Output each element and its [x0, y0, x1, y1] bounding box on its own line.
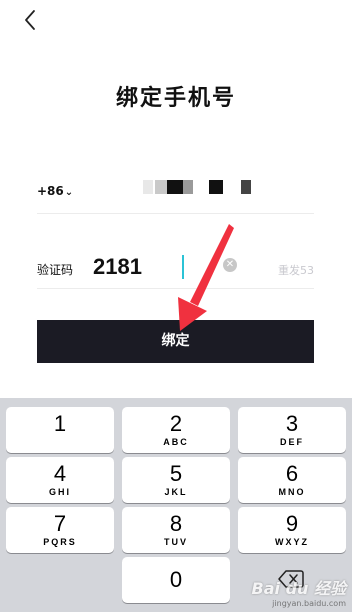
key-4[interactable]: 4 GHI	[6, 457, 114, 503]
page-title: 绑定手机号	[115, 86, 236, 111]
country-code-selector[interactable]: +86⌄	[37, 184, 73, 198]
key-7[interactable]: 7 PQRS	[6, 507, 114, 553]
delete-key[interactable]	[238, 557, 346, 603]
phone-number-masked	[143, 180, 257, 194]
key-5[interactable]: 5 JKL	[122, 457, 230, 503]
verification-code-label: 验证码	[37, 263, 74, 277]
back-button[interactable]	[20, 8, 42, 32]
text-cursor	[182, 255, 184, 279]
clear-icon[interactable]: ✕	[223, 258, 237, 272]
verification-code-row: 验证码 ✕ 重发53	[37, 243, 314, 289]
key-1[interactable]: 1	[6, 407, 114, 453]
backspace-icon	[278, 570, 304, 588]
phone-field[interactable]: +86⌄	[37, 168, 314, 214]
key-0[interactable]: 0	[122, 557, 230, 603]
key-6[interactable]: 6 MNO	[238, 457, 346, 503]
bind-button[interactable]: 绑定	[37, 320, 314, 363]
key-2[interactable]: 2 ABC	[122, 407, 230, 453]
country-code: +86	[37, 184, 64, 198]
numeric-keypad: 1 2 ABC 3 DEF 4 GHI 5 JKL 6 MNO 7 PQRS 8 TUV 9W…	[0, 398, 352, 612]
chevron-down-icon: ⌄	[64, 187, 74, 198]
verification-code-input[interactable]	[93, 253, 223, 281]
key-9[interactable]: 9 WXYZ	[238, 507, 346, 553]
chevron-left-icon	[25, 10, 35, 30]
key-8[interactable]: 8 TUV	[122, 507, 230, 553]
key-3[interactable]: 3 DEF	[238, 407, 346, 453]
resend-code-button[interactable]: 重发53	[278, 262, 314, 278]
